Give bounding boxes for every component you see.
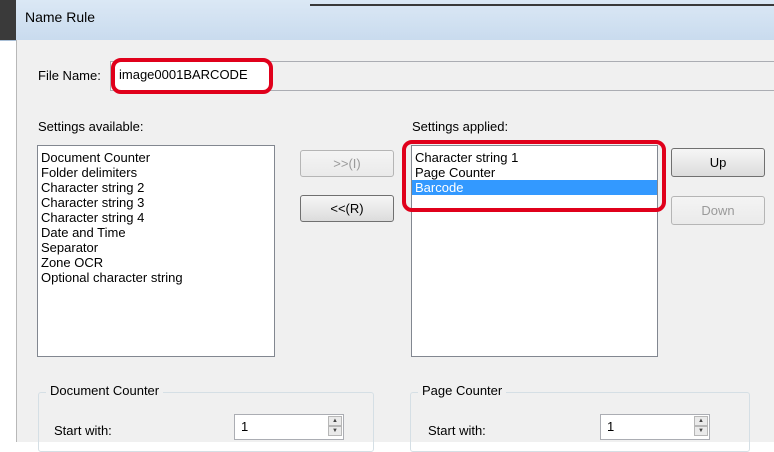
file-name-label: File Name: [38,68,101,83]
down-button[interactable]: Down [671,196,765,225]
up-button[interactable]: Up [671,148,765,177]
spin-up-icon[interactable]: ▲ [694,416,708,426]
window-edge [0,0,16,40]
document-counter-start-label: Start with: [54,423,112,438]
list-item[interactable]: Barcode [412,180,657,195]
list-item[interactable]: Optional character string [38,270,274,285]
page-counter-start-spinner[interactable]: 1 ▲ ▼ [600,414,710,440]
title-bar: Name Rule [0,0,774,41]
list-item[interactable]: Character string 1 [412,150,657,165]
document-counter-start-spinner[interactable]: 1 ▲ ▼ [234,414,344,440]
document-counter-title: Document Counter [46,383,164,398]
add-setting-button[interactable]: >>(I) [300,150,394,177]
file-name-field[interactable]: image0001BARCODE [110,61,271,91]
list-item[interactable]: Zone OCR [38,255,274,270]
document-counter-start-value: 1 [241,419,249,434]
list-item[interactable]: Separator [38,240,274,255]
list-item[interactable]: Character string 3 [38,195,274,210]
file-name-field-extension [271,61,774,91]
spin-down-icon[interactable]: ▼ [694,426,708,436]
page-counter-title: Page Counter [418,383,507,398]
settings-available-label: Settings available: [38,119,144,134]
list-item[interactable]: Date and Time [38,225,274,240]
remove-setting-button[interactable]: <<(R) [300,195,394,222]
list-item[interactable]: Character string 4 [38,210,274,225]
list-item[interactable]: Page Counter [412,165,657,180]
settings-applied-label: Settings applied: [412,119,509,134]
page-counter-start-label: Start with: [428,423,486,438]
spin-up-icon[interactable]: ▲ [328,416,342,426]
window-top-edge [310,4,774,6]
list-item[interactable]: Folder delimiters [38,165,274,180]
window-title: Name Rule [25,9,96,25]
settings-available-list[interactable]: Document Counter Folder delimiters Charact… [37,145,275,357]
settings-applied-list[interactable]: Character string 1 Page Counter Barcode [411,145,658,357]
list-item[interactable]: Document Counter [38,150,274,165]
list-item[interactable]: Character string 2 [38,180,274,195]
spin-down-icon[interactable]: ▼ [328,426,342,436]
page-counter-start-value: 1 [607,419,615,434]
